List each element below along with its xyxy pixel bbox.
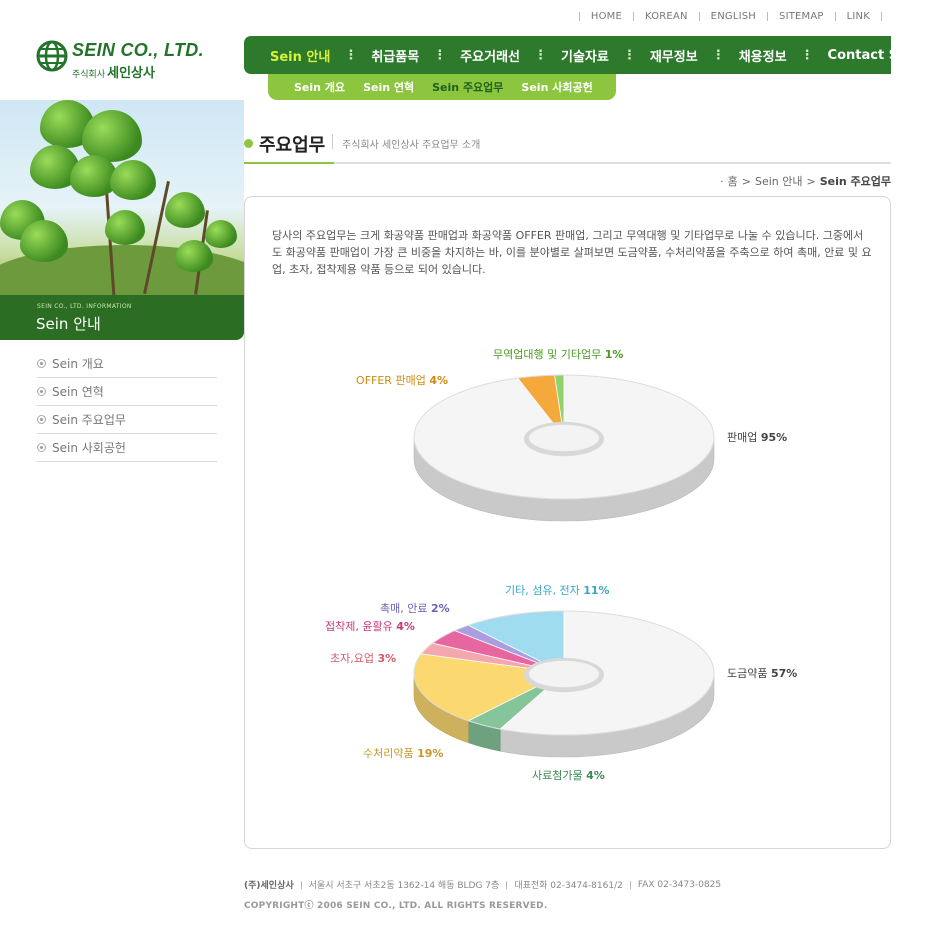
divider (767, 12, 769, 21)
pie-slice-label: 촉매, 안료 2% (380, 602, 450, 615)
page-title-bar: 주요업무 주식회사 세인상사 주요업무 소개 (244, 128, 891, 164)
divider (629, 880, 631, 889)
subnav-history[interactable]: Sein 연혁 (363, 79, 414, 95)
link-english[interactable]: ENGLISH (711, 11, 756, 22)
bullet-icon (37, 359, 46, 368)
logo-korean-name: 주식회사 세인상사 (72, 62, 155, 81)
nav-separator: ⋮ (800, 47, 814, 63)
nav-separator: ⋮ (344, 47, 358, 63)
left-menu-item-history[interactable]: Sein 연혁 (37, 378, 217, 406)
pie-hole (529, 660, 599, 688)
pie-chart-1: 판매업 95% OFFER 판매업 4% 무역업대행 및 기타업무 1% (356, 348, 787, 522)
nav-separator: ⋮ (433, 47, 447, 63)
leaf (205, 220, 237, 248)
globe-logo-icon (36, 40, 68, 72)
title-dot-icon (244, 139, 253, 148)
logo-korean: 세인상사 (107, 66, 155, 81)
divider (332, 134, 333, 149)
nav-sein-info[interactable]: Sein 안내 (270, 46, 330, 65)
logo-name: SEIN CO., LTD. (72, 40, 204, 60)
nav-separator: ⋮ (534, 47, 547, 63)
left-menu-label: Sein 주요업무 (52, 413, 126, 427)
page-description: 주식회사 세인상사 주요업무 소개 (342, 140, 481, 151)
business-pie-charts: 판매업 95% OFFER 판매업 4% 무역업대행 및 기타업무 1% 도금약품 5… (325, 348, 797, 782)
nav-clients[interactable]: 주요거래선 (460, 46, 520, 65)
footer: (주)세인상사 서울시 서초구 서초2동 1362-14 해동 BLDG 7층 … (244, 878, 722, 912)
section-subtitle: SEIN CO., LTD. INFORMATION (37, 303, 132, 310)
divider (698, 12, 700, 21)
pie-slice-label: 접착제, 윤활유 4% (325, 619, 415, 633)
main-navigation: Sein 안내 ⋮ 취급품목 ⋮ 주요거래선 ⋮ 기술자료 ⋮ 재무정보 ⋮ 채… (244, 36, 921, 74)
bullet-icon (37, 443, 46, 452)
pie-slice-label: 도금약품 57% (727, 666, 797, 680)
pie-slice-label: 무역업대행 및 기타업무 1% (493, 348, 623, 361)
chevron-right-icon: > (806, 174, 816, 188)
pie-slice-label: 초자,요업 3% (330, 652, 396, 665)
content-box: 당사의 주요업무는 크게 화공약품 판매업과 화공약품 OFFER 판매업, 그… (244, 196, 891, 849)
left-menu-label: Sein 사회공헌 (52, 441, 126, 455)
footer-fax: FAX 02-3473-0825 (637, 879, 722, 890)
nav-contact[interactable]: Contact Sein (828, 48, 921, 63)
leaf (165, 192, 205, 228)
link-link[interactable]: LINK (847, 11, 870, 22)
divider (834, 12, 836, 21)
chevron-right-icon: > (741, 174, 751, 188)
nav-products[interactable]: 취급품목 (371, 46, 419, 65)
divider (881, 12, 882, 21)
nav-recruit[interactable]: 채용정보 (739, 46, 787, 65)
link-home[interactable]: HOME (591, 11, 622, 22)
breadcrumb: · 홈 > Sein 안내 > Sein 주요업무 (720, 173, 891, 189)
divider (300, 880, 302, 889)
pie-slice-label: OFFER 판매업 4% (356, 374, 448, 387)
page-title: 주요업무 (259, 135, 326, 156)
leaf (110, 160, 156, 200)
divider (633, 12, 634, 21)
divider (578, 12, 580, 21)
company-logo[interactable]: SEIN CO., LTD. 주식회사 세인상사 (36, 38, 226, 84)
leaf (20, 220, 68, 262)
sub-navigation: Sein 개요 Sein 연혁 Sein 주요업무 Sein 사회공헌 (268, 74, 616, 100)
breadcrumb-parent[interactable]: Sein 안내 (755, 173, 803, 189)
footer-company: (주)세인상사 (244, 881, 294, 891)
logo-prefix: 주식회사 (72, 70, 106, 80)
pie-slice-label: 사료첨가물 4% (532, 769, 605, 782)
footer-tel: 대표전화 02-3474-8161/2 (514, 881, 623, 891)
left-menu: Sein 개요 Sein 연혁 Sein 주요업무 Sein 사회공헌 (37, 350, 217, 462)
bullet-icon (37, 415, 46, 424)
leaf (105, 210, 145, 245)
footer-copyright: COPYRIGHTⓒ 2006 SEIN CO., LTD. ALL RIGHT… (244, 901, 548, 911)
left-menu-label: Sein 개요 (52, 357, 104, 371)
nav-finance[interactable]: 재무정보 (650, 46, 698, 65)
subnav-main-business[interactable]: Sein 주요업무 (432, 79, 503, 95)
pie-hole (529, 424, 599, 452)
pie-slice-label: 판매업 95% (727, 431, 787, 444)
title-underline (244, 162, 334, 164)
nature-visual-image (0, 100, 244, 295)
footer-info: (주)세인상사 서울시 서초구 서초2동 1362-14 해동 BLDG 7층 … (244, 878, 722, 892)
subnav-overview[interactable]: Sein 개요 (294, 79, 345, 95)
bullet-icon (37, 387, 46, 396)
divider (506, 880, 508, 889)
leaf (175, 240, 213, 272)
left-menu-item-social[interactable]: Sein 사회공헌 (37, 434, 217, 462)
nav-separator: ⋮ (711, 47, 725, 63)
link-sitemap[interactable]: SITEMAP (779, 11, 824, 22)
left-menu-label: Sein 연혁 (52, 385, 104, 399)
left-menu-item-main-business[interactable]: Sein 주요업무 (37, 406, 217, 434)
top-utility-links: HOME KOREAN ENGLISH SITEMAP LINK (568, 11, 893, 22)
breadcrumb-current: Sein 주요업무 (819, 175, 891, 188)
breadcrumb-bullet-icon: · (720, 174, 724, 188)
pie-slice-label: 수처리약품 19% (363, 746, 443, 760)
pie-slice-label: 기타, 섬유, 전자 11% (505, 584, 610, 597)
nav-separator: ⋮ (622, 47, 636, 63)
breadcrumb-home[interactable]: 홈 (728, 173, 738, 189)
nav-tech-data[interactable]: 기술자료 (561, 46, 609, 65)
left-menu-item-overview[interactable]: Sein 개요 (37, 350, 217, 378)
link-korean[interactable]: KOREAN (645, 11, 688, 22)
footer-address: 서울시 서초구 서초2동 1362-14 해동 BLDG 7층 (308, 881, 500, 891)
section-title: Sein 안내 (36, 315, 101, 333)
pie-chart-2: 도금약품 57% 사료첨가물 4% 수처리약품 19% 초자,요업 3% 접착제, 윤활… (325, 584, 797, 782)
subnav-social[interactable]: Sein 사회공헌 (521, 79, 592, 95)
section-banner: SEIN CO., LTD. INFORMATION Sein 안내 (0, 295, 244, 340)
